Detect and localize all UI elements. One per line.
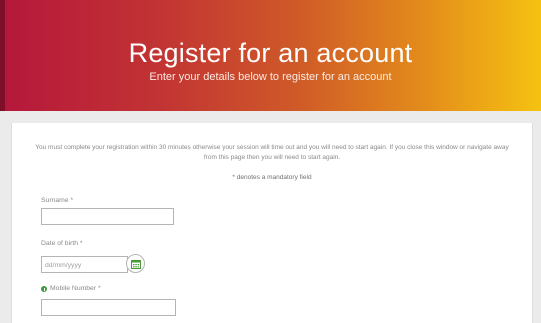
session-timeout-notice: You must complete your registration with… xyxy=(35,144,509,161)
calendar-icon xyxy=(131,260,141,269)
page-title: Register for an account xyxy=(128,38,413,68)
calendar-button[interactable] xyxy=(126,254,145,273)
mobile-input[interactable] xyxy=(41,299,176,316)
surname-input[interactable] xyxy=(41,208,174,225)
page-subtitle: Enter your details below to register for… xyxy=(149,71,392,83)
mobile-label: Mobile Number * xyxy=(50,285,101,292)
surname-label: Surname * xyxy=(41,197,74,204)
registration-form: You must complete your registration with… xyxy=(11,123,533,323)
mandatory-field-note: * denotes a mandatory field xyxy=(232,174,312,181)
registration-banner: Register for an account Enter your detai… xyxy=(0,0,541,111)
dob-label: Date of birth * xyxy=(41,240,83,247)
dob-input[interactable]: dd/mm/yyyy xyxy=(41,256,128,273)
info-icon[interactable] xyxy=(41,286,47,292)
